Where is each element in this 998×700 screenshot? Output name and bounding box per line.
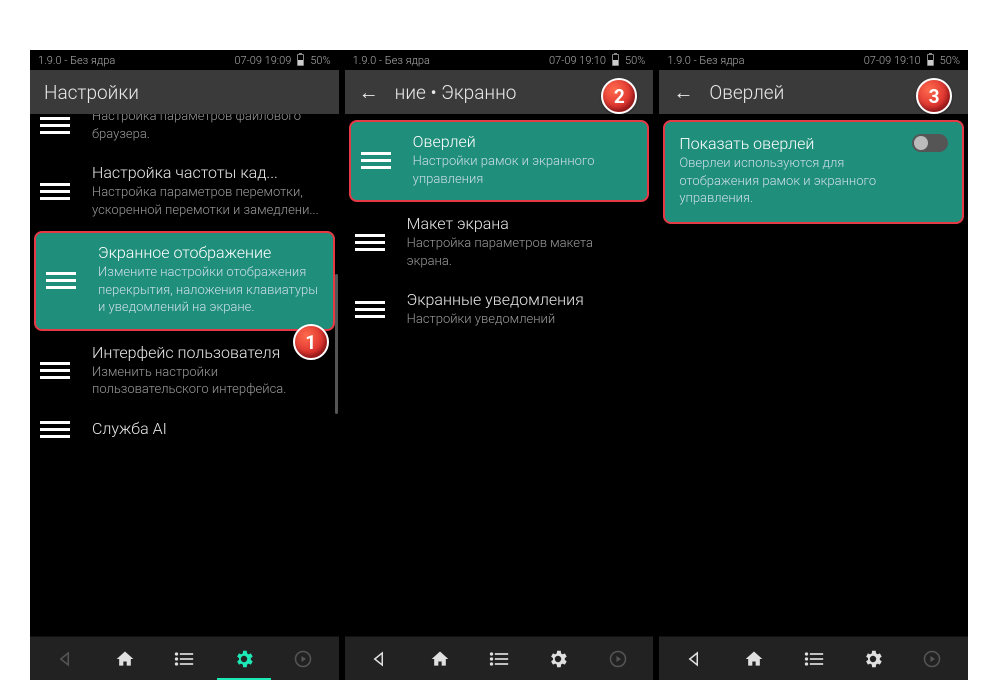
item-title: Экранные уведомления (407, 290, 638, 309)
nav-settings[interactable] (851, 639, 895, 679)
phone-screen-2: 1.9.0 - Без ядра 07-09 19:10 50% ← ние •… (345, 50, 654, 680)
status-bar: 1.9.0 - Без ядра 07-09 19:10 50% (345, 50, 654, 70)
item-desc: Настройка параметров файлового браузера. (92, 114, 323, 143)
item-desc: Изменить настройки пользовательского инт… (92, 364, 323, 399)
settings-item-onscreen-display[interactable]: Экранное отображение Измените настройки … (34, 231, 335, 331)
settings-list[interactable]: Настройка параметров файлового браузера.… (30, 114, 339, 636)
nav-back[interactable] (673, 639, 717, 679)
step-badge-1: 1 (293, 324, 329, 360)
status-right: 07-09 19:10 50% (864, 54, 960, 67)
nav-play[interactable] (596, 639, 640, 679)
step-badge-3: 3 (916, 78, 952, 114)
hamburger-icon (30, 362, 80, 379)
nav-bar (30, 636, 339, 680)
item-title: Оверлей (413, 132, 636, 151)
nav-settings[interactable] (536, 639, 580, 679)
status-battery: 50% (940, 54, 960, 67)
status-time: 07-09 19:10 (864, 54, 921, 67)
item-title: Служба AI (92, 419, 323, 438)
item-desc: Настройка параметров перемотки, ускоренн… (92, 184, 323, 219)
item-desc: Настройки уведомлений (407, 311, 638, 329)
settings-list[interactable]: Оверлей Настройки рамок и экранного упра… (345, 114, 654, 636)
nav-list[interactable] (792, 639, 836, 679)
battery-icon (612, 54, 619, 66)
settings-item-ai[interactable]: Служба AI (30, 409, 339, 450)
status-bar: 1.9.0 - Без ядра 07-09 19:10 50% (659, 50, 968, 70)
item-title: Макет экрана (407, 214, 638, 233)
status-time: 07-09 19:09 (234, 54, 291, 67)
nav-home[interactable] (418, 639, 462, 679)
item-title: Настройка частоты кад... (92, 163, 323, 182)
status-time: 07-09 19:10 (549, 54, 606, 67)
settings-item-notifications[interactable]: Экранные уведомления Настройки уведомлен… (345, 280, 654, 339)
status-battery: 50% (625, 54, 645, 67)
status-version: 1.9.0 - Без ядра (667, 54, 744, 67)
nav-home[interactable] (103, 639, 147, 679)
hamburger-icon (30, 117, 80, 134)
page-title: Настройки (44, 81, 325, 104)
status-version: 1.9.0 - Без ядра (353, 54, 430, 67)
nav-bar (659, 636, 968, 680)
hamburger-icon (345, 234, 395, 251)
item-title: Интерфейс пользователя (92, 343, 323, 362)
item-desc: Оверлеи используются для отображения рам… (679, 155, 896, 208)
item-title: Экранное отображение (98, 243, 321, 262)
nav-back[interactable] (358, 639, 402, 679)
nav-active-indicator (727, 680, 781, 681)
battery-icon (297, 54, 304, 66)
settings-item-overlay[interactable]: Оверлей Настройки рамок и экранного упра… (349, 120, 650, 202)
item-desc: Настройки рамок и экранного управления (413, 153, 636, 188)
hamburger-icon (345, 301, 395, 318)
nav-home[interactable] (732, 639, 776, 679)
hamburger-icon (351, 152, 401, 169)
status-battery: 50% (310, 54, 330, 67)
status-right: 07-09 19:09 50% (234, 54, 330, 67)
item-desc: Настройка параметров макета экрана. (407, 235, 638, 270)
nav-play[interactable] (910, 639, 954, 679)
nav-active-indicator (413, 680, 467, 681)
nav-bar (345, 636, 654, 680)
phone-screen-3: 1.9.0 - Без ядра 07-09 19:10 50% ← Оверл… (659, 50, 968, 680)
toggle-show-overlay[interactable]: Показать оверлей Оверлеи используются дл… (663, 120, 964, 224)
phone-screen-1: 1.9.0 - Без ядра 07-09 19:09 50% Настрой… (30, 50, 339, 680)
back-arrow-icon[interactable]: ← (673, 82, 693, 102)
settings-item-file-browser[interactable]: Настройка параметров файлового браузера. (30, 114, 339, 153)
battery-icon (927, 54, 934, 66)
nav-active-indicator (217, 678, 271, 681)
nav-list[interactable] (162, 639, 206, 679)
hamburger-icon (30, 421, 80, 438)
nav-play[interactable] (281, 639, 325, 679)
status-bar: 1.9.0 - Без ядра 07-09 19:09 50% (30, 50, 339, 70)
hamburger-icon (30, 183, 80, 200)
back-arrow-icon[interactable]: ← (359, 82, 379, 102)
scrollbar[interactable] (335, 274, 338, 414)
item-title: Показать оверлей (679, 134, 896, 153)
nav-list[interactable] (477, 639, 521, 679)
hamburger-icon (36, 272, 86, 289)
status-version: 1.9.0 - Без ядра (38, 54, 115, 67)
item-desc: Измените настройки отображения перекрыти… (98, 264, 321, 317)
settings-item-screen-layout[interactable]: Макет экрана Настройка параметров макета… (345, 204, 654, 280)
header: Настройки (30, 70, 339, 114)
settings-item-framerate[interactable]: Настройка частоты кад... Настройка парам… (30, 153, 339, 229)
status-right: 07-09 19:10 50% (549, 54, 645, 67)
toggle-switch[interactable] (912, 134, 948, 152)
nav-settings[interactable] (222, 639, 266, 679)
nav-back[interactable] (44, 639, 88, 679)
settings-list: Показать оверлей Оверлеи используются дл… (659, 114, 968, 636)
